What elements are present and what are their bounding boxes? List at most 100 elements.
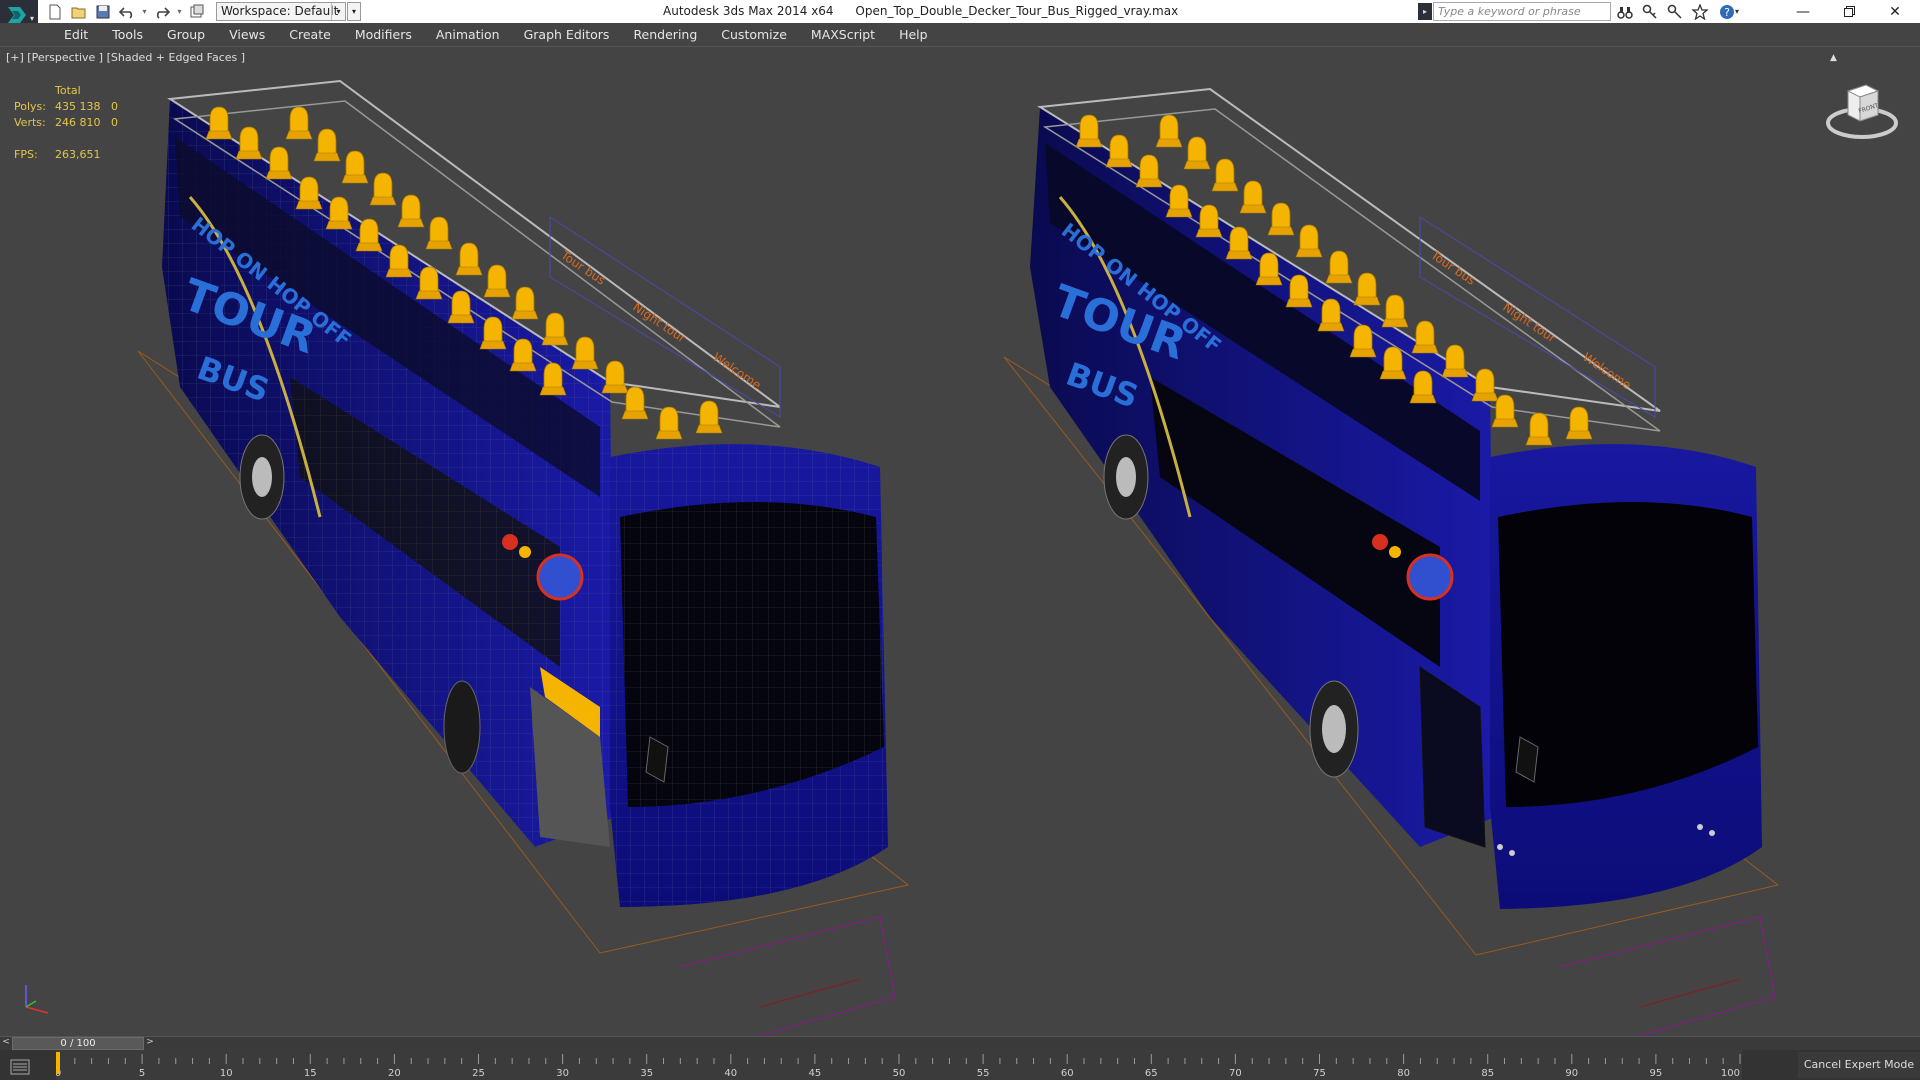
menu-graph-editors[interactable]: Graph Editors	[512, 23, 622, 46]
menu-edit[interactable]: Edit	[52, 23, 100, 46]
workspace-dropdown[interactable]: Workspace: Default ▾	[216, 2, 346, 21]
bus-left-banner-top: Tour bus	[557, 247, 607, 287]
window-title: Autodesk 3ds Max 2014 x64 Open_Top_Doubl…	[663, 4, 1178, 18]
undo-dropdown-icon[interactable]: ▾	[140, 7, 149, 16]
favorites-button[interactable]	[1689, 2, 1710, 21]
menu-bar: Edit Tools Group Views Create Modifiers …	[0, 23, 1920, 46]
menu-tools[interactable]: Tools	[100, 23, 155, 46]
mini-curve-editor-button[interactable]	[0, 1056, 40, 1078]
bus-right-banner-bottom: Welcome	[1580, 350, 1633, 392]
ruler-tick-label: 25	[472, 1068, 485, 1079]
stats-verts-selected: 0	[111, 116, 118, 129]
qat-overflow-button[interactable]: ▾	[347, 2, 361, 21]
ruler-tick-label: 10	[220, 1068, 233, 1079]
save-button[interactable]	[92, 2, 114, 21]
menu-rendering[interactable]: Rendering	[621, 23, 709, 46]
chevron-down-icon: ▾	[30, 14, 35, 23]
close-icon: ✕	[1889, 3, 1901, 20]
cancel-expert-mode-button[interactable]: Cancel Expert Mode	[1798, 1052, 1920, 1078]
app-name: Autodesk 3ds Max	[663, 4, 774, 18]
time-slider-next-button[interactable]: >	[144, 1037, 156, 1050]
help-icon: ?	[1719, 4, 1734, 19]
file-name: Open_Top_Double_Decker_Tour_Bus_Rigged_v…	[855, 4, 1179, 18]
viewport-label[interactable]: [+] [Perspective ] [Shaded + Edged Faces…	[6, 51, 245, 64]
time-slider-prev-button[interactable]: <	[0, 1037, 12, 1050]
minimize-button[interactable]: —	[1780, 0, 1826, 23]
stats-fps-value: 263,651	[55, 148, 101, 161]
ruler-tick-label: 85	[1481, 1068, 1494, 1079]
current-frame-marker[interactable]	[56, 1052, 60, 1074]
bus-left-wireframe: HOP ON HOP OFF TOUR BUS Tour bus Night t…	[162, 79, 888, 907]
ruler-tick-label: 40	[724, 1068, 737, 1079]
menu-customize[interactable]: Customize	[709, 23, 799, 46]
menu-create[interactable]: Create	[277, 23, 343, 46]
stats-polys-value: 435 138	[55, 100, 101, 113]
search-expand-button[interactable]: ▸	[1418, 3, 1432, 20]
ruler-tick-label: 75	[1313, 1068, 1326, 1079]
save-icon	[96, 5, 110, 18]
bus-left-banner-bottom: Welcome	[710, 350, 763, 392]
stats-polys-selected: 0	[111, 100, 118, 113]
ruler-tick-label: 15	[304, 1068, 317, 1079]
subscription-button[interactable]	[1639, 2, 1660, 21]
menu-help[interactable]: Help	[887, 23, 940, 46]
ruler-tick-label: 45	[809, 1068, 822, 1079]
ruler-tick-label: 70	[1229, 1068, 1242, 1079]
ruler-tick-label: 80	[1397, 1068, 1410, 1079]
menu-maxscript[interactable]: MAXScript	[799, 23, 887, 46]
app-version: 2014 x64	[776, 4, 834, 18]
menu-views[interactable]: Views	[217, 23, 277, 46]
open-file-button[interactable]	[68, 2, 90, 21]
svg-text:?: ?	[1724, 6, 1730, 19]
ruler-tick-label: 55	[977, 1068, 990, 1079]
scene-render: HOP ON HOP OFF TOUR BUS Tour bus Night t…	[137, 79, 1780, 1036]
communication-center-button[interactable]	[1664, 2, 1685, 21]
quick-access-toolbar: ▾ ▾	[44, 2, 208, 21]
time-slider[interactable]: 0 / 100	[12, 1037, 144, 1050]
track-bar-ruler[interactable]: 0510152025303540455055606570758085909510…	[56, 1050, 1742, 1080]
stats-polys-label: Polys:	[14, 100, 46, 113]
restore-button[interactable]	[1826, 0, 1872, 23]
workspace-label: Workspace: Default	[221, 4, 339, 18]
time-slider-bar: < 0 / 100 >	[0, 1036, 1920, 1050]
ruler-tick-label: 35	[640, 1068, 653, 1079]
search-button[interactable]	[1614, 2, 1635, 21]
menu-animation[interactable]: Animation	[424, 23, 512, 46]
stats-header: Total	[55, 84, 81, 97]
ruler-tick-label: 60	[1061, 1068, 1074, 1079]
ruler-tick-label: 30	[556, 1068, 569, 1079]
bus-left-banner-mid: Night tour	[630, 300, 688, 346]
menu-modifiers[interactable]: Modifiers	[343, 23, 424, 46]
viewcube[interactable]: FRONT	[1822, 75, 1902, 145]
viewport-statistics: Total Polys: 435 138 0 Verts: 246 810 0 …	[14, 83, 131, 163]
search-input[interactable]: Type a keyword or phrase	[1433, 2, 1611, 21]
chevron-down-icon: ▾	[331, 3, 345, 20]
ruler-tick-label: 50	[893, 1068, 906, 1079]
undo-button[interactable]	[116, 2, 138, 21]
restore-icon	[1843, 6, 1855, 17]
stats-fps-label: FPS:	[14, 148, 38, 161]
help-button[interactable]: ? ▾	[1714, 2, 1744, 21]
key-icon	[1642, 4, 1657, 19]
bus-right-shaded: HOP ON HOP OFF TOUR BUS Tour bus Night t…	[1030, 87, 1762, 909]
project-folder-button[interactable]	[186, 2, 208, 21]
redo-dropdown-icon[interactable]: ▾	[175, 7, 184, 16]
new-file-button[interactable]	[44, 2, 66, 21]
minimize-icon: —	[1796, 3, 1810, 20]
undo-icon	[119, 6, 133, 19]
title-bar: ▾ ▾ ▾ Workspace: Default ▾ ▾ Autodesk 3d…	[0, 0, 1920, 30]
menu-group[interactable]: Group	[155, 23, 217, 46]
ruler-tick-label: 5	[139, 1068, 145, 1079]
viewport-light-icon[interactable]: ▲	[1830, 53, 1838, 63]
ruler-tick-label: 95	[1650, 1068, 1663, 1079]
star-icon	[1691, 3, 1708, 20]
track-bar: 0510152025303540455055606570758085909510…	[0, 1050, 1920, 1080]
redo-button[interactable]	[151, 2, 173, 21]
axis-tripod-icon	[25, 985, 49, 1014]
close-button[interactable]: ✕	[1872, 0, 1918, 23]
ruler-tick-label: 65	[1145, 1068, 1158, 1079]
redo-icon	[156, 6, 170, 19]
perspective-viewport[interactable]: HOP ON HOP OFF TOUR BUS Tour bus Night t…	[0, 46, 1920, 1036]
curve-editor-icon	[10, 1059, 30, 1075]
search-tools: ? ▾	[1614, 2, 1744, 21]
